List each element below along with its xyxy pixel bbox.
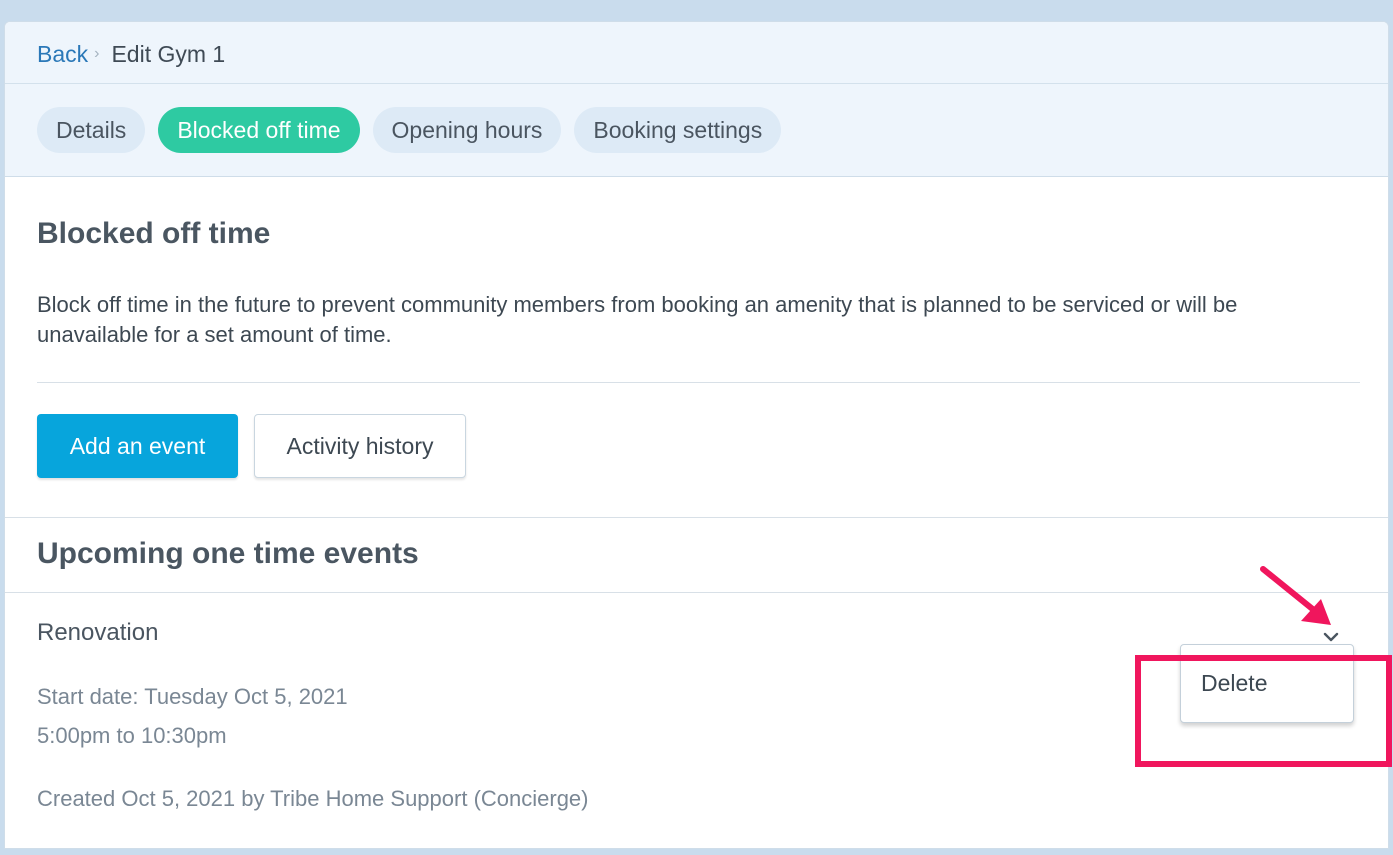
page-title: Edit Gym 1: [111, 40, 226, 67]
upcoming-divider-top: [5, 517, 1388, 518]
tab-details[interactable]: Details: [37, 107, 146, 153]
back-link[interactable]: Back: [37, 41, 88, 68]
breadcrumb: Back › Edit Gym 1: [37, 40, 225, 68]
tab-blocked-off-time[interactable]: Blocked off time: [158, 107, 360, 153]
tab-booking-settings[interactable]: Booking settings: [574, 107, 782, 153]
header-divider: [5, 83, 1388, 84]
section-description: Block off time in the future to prevent …: [37, 292, 1238, 347]
add-event-button[interactable]: Add an event: [37, 414, 238, 478]
header-bar: Back › Edit Gym 1 Details Blocked off ti…: [5, 22, 1388, 177]
event-start-date: Start date: Tuesday Oct 5, 2021: [37, 684, 348, 709]
upcoming-divider-bottom: [5, 592, 1388, 593]
main-card: Back › Edit Gym 1 Details Blocked off ti…: [4, 21, 1389, 849]
activity-history-button[interactable]: Activity history: [254, 414, 466, 478]
event-name: Renovation: [37, 619, 159, 646]
upcoming-events-title: Upcoming one time events: [37, 537, 419, 570]
section-divider: [37, 382, 1360, 383]
event-created-info: Created Oct 5, 2021 by Tribe Home Suppor…: [37, 786, 589, 811]
event-time-range: 5:00pm to 10:30pm: [37, 723, 227, 748]
tab-bar: Details Blocked off time Opening hours B…: [37, 107, 782, 153]
section-title: Blocked off time: [37, 217, 271, 250]
delete-menu-item[interactable]: Delete: [1180, 644, 1354, 723]
chevron-right-icon: ›: [94, 45, 100, 62]
tab-opening-hours[interactable]: Opening hours: [372, 107, 562, 153]
